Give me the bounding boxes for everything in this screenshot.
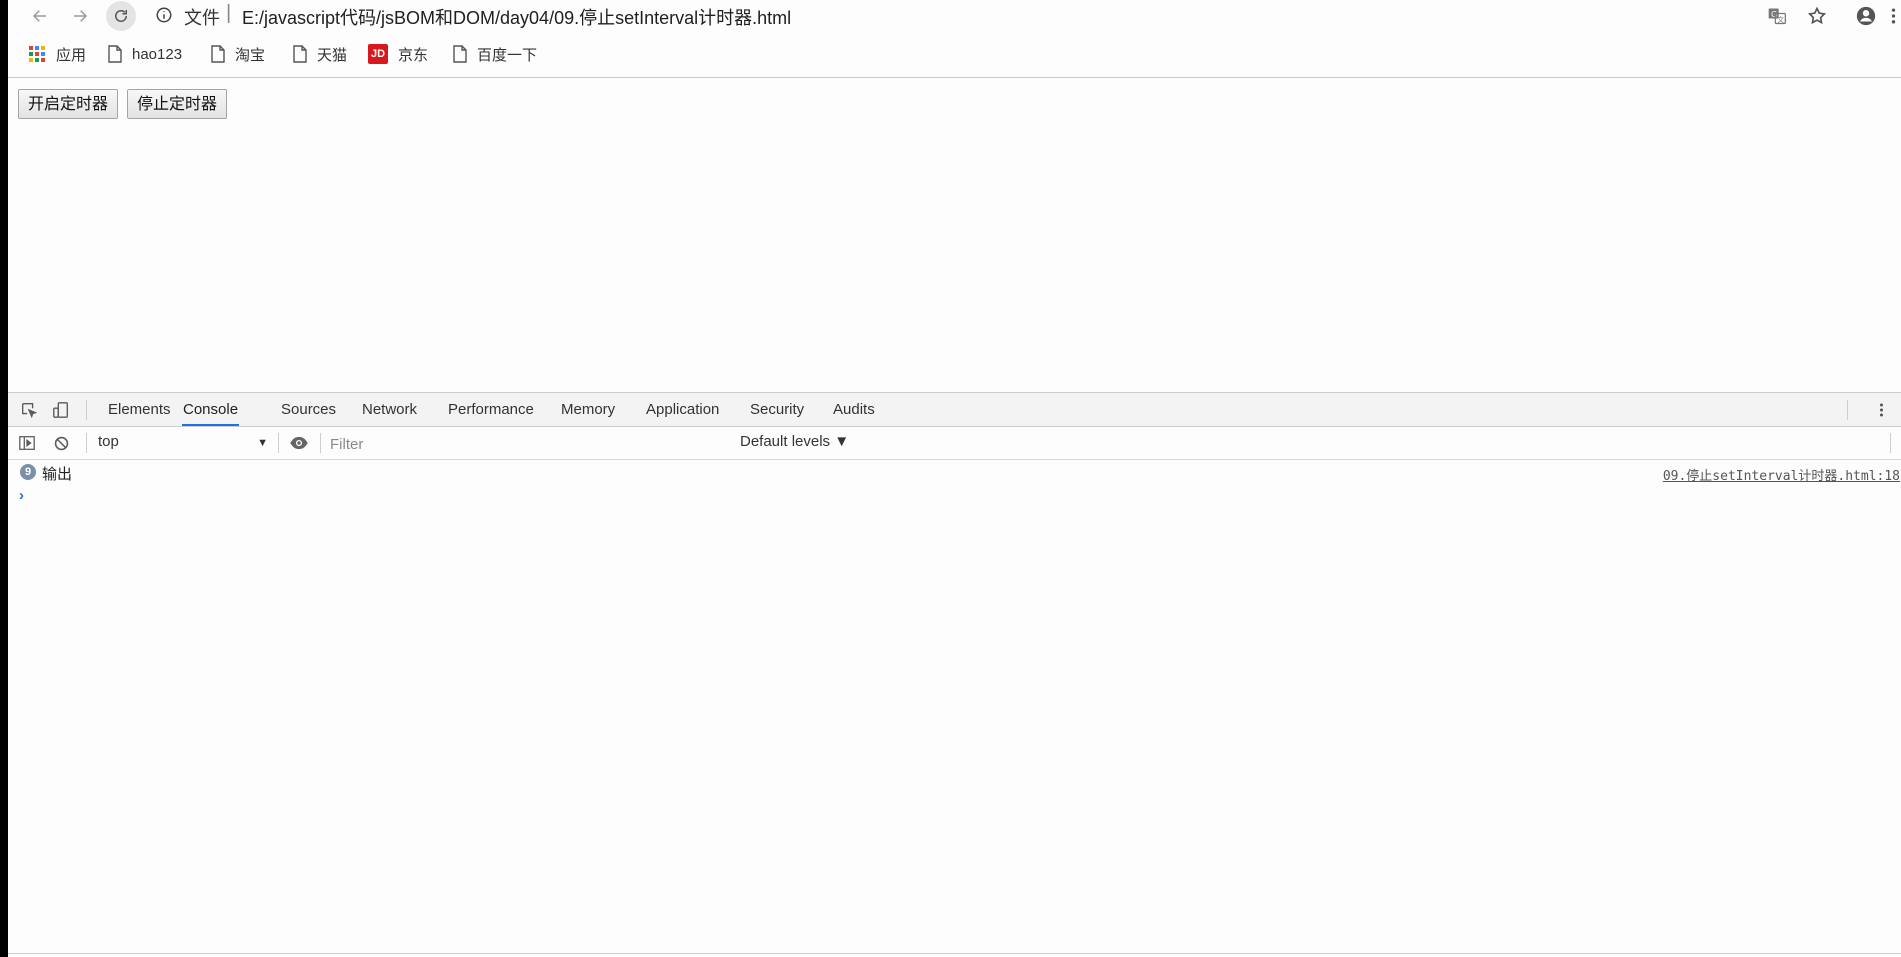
- arrow-left-icon: [32, 10, 46, 22]
- toolbar-divider: [8, 77, 1901, 78]
- sidebar-toggle-icon[interactable]: [16, 432, 38, 454]
- tab-application[interactable]: Application: [646, 393, 719, 426]
- page-icon: [293, 45, 307, 63]
- left-edge: [0, 0, 8, 957]
- address-bar-row: 文件 | E:/javascript代码/jsBOM和DOM/day04/09.…: [8, 0, 1901, 32]
- bookmark-baidu[interactable]: 百度一下: [453, 42, 537, 66]
- page-icon: [108, 45, 122, 63]
- reload-button[interactable]: [106, 1, 136, 31]
- devtools-tabbar: Elements Console Sources Network Perform…: [8, 393, 1901, 427]
- apps-grid-icon: [28, 45, 46, 63]
- arrow-right-icon: [74, 10, 88, 22]
- svg-text:文: 文: [1777, 15, 1784, 24]
- forward-button[interactable]: [66, 2, 94, 30]
- site-separator: |: [226, 2, 232, 24]
- tab-console[interactable]: Console: [182, 393, 240, 426]
- toolbar-separator: [1847, 400, 1848, 420]
- tab-audits[interactable]: Audits: [833, 393, 875, 426]
- star-icon[interactable]: [1804, 3, 1830, 29]
- toolbar-separator: [86, 400, 87, 420]
- console-toolbar: top ▼ Default levels ▼: [8, 427, 1901, 460]
- source-link[interactable]: 09.停止setInterval计时器.html:18: [1663, 465, 1900, 484]
- filter-input[interactable]: [328, 432, 692, 456]
- kebab-menu-icon[interactable]: [1886, 3, 1900, 29]
- toolbar-separator: [86, 433, 87, 453]
- account-icon[interactable]: [1853, 3, 1879, 29]
- tab-network[interactable]: Network: [362, 393, 417, 426]
- context-select[interactable]: top ▼: [98, 433, 268, 453]
- log-levels-dropdown[interactable]: Default levels ▼: [740, 433, 849, 450]
- bookmark-label: 应用: [56, 46, 87, 64]
- toolbar-separator: [1890, 433, 1891, 453]
- window-bottom-border: [8, 953, 1901, 954]
- chevron-down-icon: ▼: [257, 437, 268, 449]
- site-info-label[interactable]: 文件: [184, 4, 220, 30]
- tab-sources[interactable]: Sources: [281, 393, 336, 426]
- back-button[interactable]: [26, 2, 54, 30]
- toolbar-separator: [320, 433, 321, 453]
- bookmark-taobao[interactable]: 淘宝: [211, 42, 265, 66]
- page-icon: [211, 45, 225, 63]
- bookmark-jd[interactable]: JD 京东: [368, 42, 428, 66]
- clear-console-icon[interactable]: [50, 432, 72, 454]
- tab-elements[interactable]: Elements: [108, 393, 171, 426]
- bookmark-label: 天猫: [317, 46, 348, 64]
- bookmark-hao123[interactable]: hao123: [108, 42, 182, 66]
- svg-text:G: G: [1771, 10, 1777, 19]
- eye-icon[interactable]: [288, 432, 310, 454]
- jd-logo-icon: JD: [368, 44, 388, 64]
- console-prompt[interactable]: ›: [19, 487, 24, 504]
- toolbar-separator: [278, 433, 279, 453]
- bookmark-label: 京东: [398, 46, 429, 64]
- tab-performance[interactable]: Performance: [448, 393, 534, 426]
- console-message-text: 输出: [42, 466, 73, 483]
- url-input[interactable]: E:/javascript代码/jsBOM和DOM/day04/09.停止set…: [242, 4, 791, 30]
- bookmark-apps[interactable]: 应用: [28, 42, 86, 66]
- bookmarks-bar: 应用 hao123 淘宝 天猫 JD 京东 百度一下: [8, 38, 1901, 72]
- console-message: 9 输出 09.停止setInterval计时器.html:18: [8, 460, 1901, 484]
- inspect-element-icon[interactable]: [18, 399, 40, 421]
- start-timer-button[interactable]: 开启定时器: [18, 89, 119, 119]
- info-icon[interactable]: [154, 5, 174, 25]
- bookmark-label: 百度一下: [477, 46, 538, 64]
- bookmark-label: 淘宝: [235, 46, 266, 64]
- bookmark-label: hao123: [132, 45, 183, 63]
- bookmark-tmall[interactable]: 天猫: [293, 42, 347, 66]
- reload-icon: [115, 10, 127, 22]
- browser-window: 文件 | E:/javascript代码/jsBOM和DOM/day04/09.…: [8, 0, 1901, 957]
- device-toolbar-icon[interactable]: [50, 399, 72, 421]
- page-icon: [453, 45, 467, 63]
- devtools-menu-icon[interactable]: [1870, 399, 1892, 421]
- tab-security[interactable]: Security: [750, 393, 804, 426]
- tab-memory[interactable]: Memory: [561, 393, 615, 426]
- translate-icon[interactable]: G文: [1764, 3, 1790, 29]
- stop-timer-button[interactable]: 停止定时器: [127, 89, 228, 119]
- screen: 文件 | E:/javascript代码/jsBOM和DOM/day04/09.…: [0, 0, 1901, 957]
- context-value: top: [98, 433, 119, 450]
- repeat-count-badge: 9: [20, 464, 36, 480]
